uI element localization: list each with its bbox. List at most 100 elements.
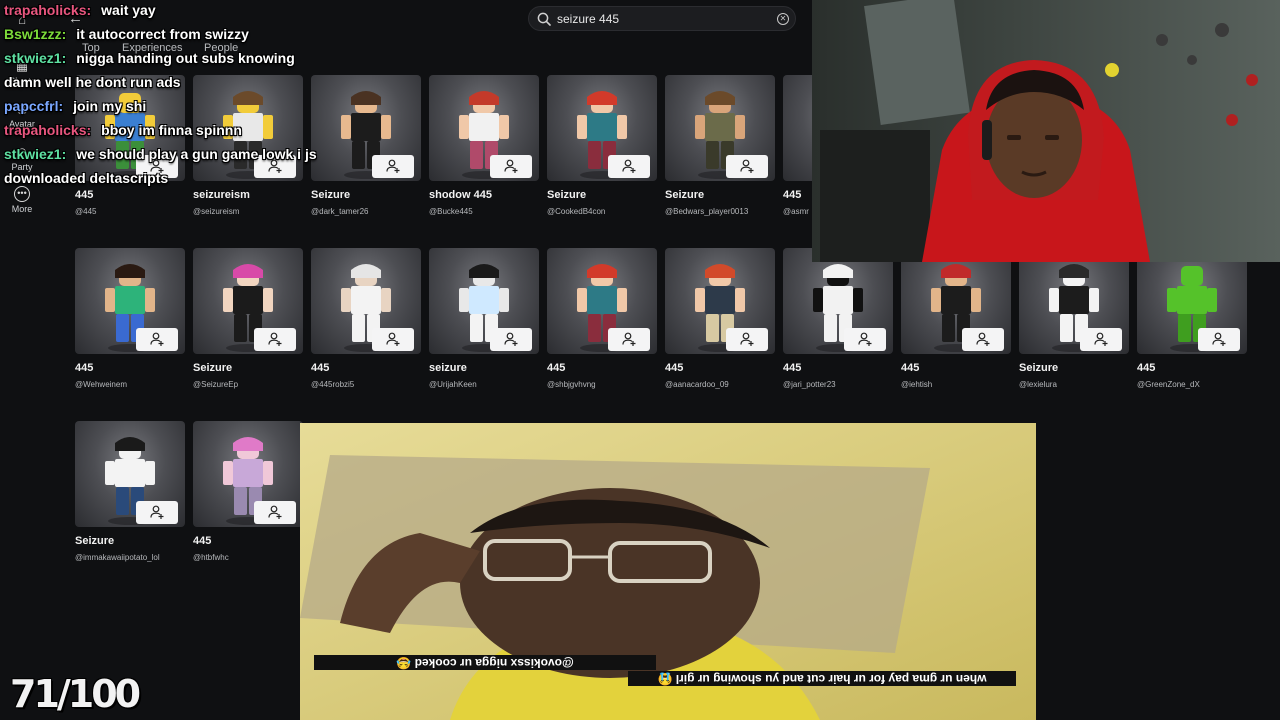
avatar-thumbnail[interactable] <box>783 248 893 354</box>
add-friend-button[interactable] <box>962 328 1004 351</box>
chat-username: papccfrl: <box>4 98 64 114</box>
result-card[interactable]: 445 @htbfwhc <box>193 421 303 571</box>
result-display-name[interactable]: shodow 445 <box>429 189 492 201</box>
result-card[interactable]: Seizure @lexielura <box>1019 248 1129 398</box>
result-display-name[interactable]: 445 <box>311 362 329 374</box>
clear-search-icon[interactable]: ✕ <box>777 13 789 25</box>
add-friend-icon <box>150 332 164 346</box>
nav-more[interactable]: ••• More <box>0 186 44 214</box>
result-display-name[interactable]: 445 <box>547 362 565 374</box>
add-friend-icon <box>504 159 518 173</box>
result-card[interactable]: Seizure @dark_tamer26 <box>311 75 421 225</box>
result-card[interactable]: Seizure @SeizureEp <box>193 248 303 398</box>
result-display-name[interactable]: seizure <box>429 362 467 374</box>
result-card[interactable]: shodow 445 @Bucke445 <box>429 75 539 225</box>
avatar-thumbnail[interactable] <box>665 248 775 354</box>
add-friend-icon <box>386 159 400 173</box>
avatar-thumbnail[interactable] <box>429 248 539 354</box>
result-card[interactable]: 445 @shbjgvhvng <box>547 248 657 398</box>
result-username: @445 <box>75 207 97 216</box>
add-friend-button[interactable] <box>254 328 296 351</box>
chat-message: trapaholicks: wait yay <box>4 2 156 18</box>
result-username: @htbfwhc <box>193 553 229 562</box>
rating-score: 71/100 <box>10 672 141 716</box>
add-friend-icon <box>268 332 282 346</box>
chat-username: Bsw1zzz: <box>4 26 67 42</box>
add-friend-button[interactable] <box>490 328 532 351</box>
add-friend-button[interactable] <box>136 328 178 351</box>
chat-message: stkwiez1: we should play a gun game lowk … <box>4 146 317 162</box>
result-card[interactable]: 445 @jari_potter23 <box>783 248 893 398</box>
avatar-thumbnail[interactable] <box>547 248 657 354</box>
result-display-name[interactable]: 445 <box>75 189 93 201</box>
add-friend-icon <box>150 505 164 519</box>
add-friend-button[interactable] <box>844 328 886 351</box>
add-friend-button[interactable] <box>372 155 414 178</box>
result-username: @Bedwars_player0013 <box>665 207 749 216</box>
avatar-thumbnail[interactable] <box>429 75 539 181</box>
result-card[interactable]: 445 @aanacardoo_09 <box>665 248 775 398</box>
add-friend-button[interactable] <box>1198 328 1240 351</box>
chat-text: downloaded deltascripts <box>4 170 169 186</box>
add-friend-button[interactable] <box>136 501 178 524</box>
avatar-thumbnail[interactable] <box>193 248 303 354</box>
result-card[interactable]: 445 @GreenZone_dX <box>1137 248 1247 398</box>
result-username: @aanacardoo_09 <box>665 380 729 389</box>
search-input[interactable] <box>557 10 767 28</box>
result-display-name[interactable]: 445 <box>1137 362 1155 374</box>
result-display-name[interactable]: 445 <box>75 362 93 374</box>
result-display-name[interactable]: Seizure <box>311 189 350 201</box>
result-display-name[interactable]: 445 <box>783 189 801 201</box>
result-display-name[interactable]: 445 <box>901 362 919 374</box>
avatar-thumbnail[interactable] <box>901 248 1011 354</box>
result-display-name[interactable]: Seizure <box>75 535 114 547</box>
result-card[interactable]: 445 @iehtish <box>901 248 1011 398</box>
result-display-name[interactable]: 445 <box>193 535 211 547</box>
result-username: @GreenZone_dX <box>1137 380 1200 389</box>
avatar-thumbnail[interactable] <box>193 421 303 527</box>
result-display-name[interactable]: 445 <box>783 362 801 374</box>
result-card[interactable]: seizure @UrijahKeen <box>429 248 539 398</box>
result-card[interactable]: Seizure @CookedB4con <box>547 75 657 225</box>
add-friend-button[interactable] <box>726 328 768 351</box>
result-display-name[interactable]: 445 <box>665 362 683 374</box>
result-username: @SeizureEp <box>193 380 239 389</box>
result-card[interactable]: Seizure @immakawaiipotato_lol <box>75 421 185 571</box>
chat-username: trapaholicks: <box>4 122 92 138</box>
chat-text: wait yay <box>101 2 156 18</box>
result-display-name[interactable]: Seizure <box>547 189 586 201</box>
result-display-name[interactable]: Seizure <box>665 189 704 201</box>
add-friend-icon <box>622 332 636 346</box>
result-display-name[interactable]: seizureism <box>193 189 250 201</box>
add-friend-button[interactable] <box>490 155 532 178</box>
avatar-thumbnail[interactable] <box>75 248 185 354</box>
avatar-thumbnail[interactable] <box>311 75 421 181</box>
add-friend-button[interactable] <box>608 155 650 178</box>
result-card[interactable]: 445 @asmr <box>783 75 893 225</box>
avatar-thumbnail[interactable] <box>311 248 421 354</box>
add-friend-button[interactable] <box>372 328 414 351</box>
chat-text: bboy im finna spinnn <box>101 122 242 138</box>
avatar-thumbnail[interactable] <box>75 421 185 527</box>
add-friend-button[interactable] <box>608 328 650 351</box>
result-display-name[interactable]: Seizure <box>1019 362 1058 374</box>
reaction-video-overlay: @ovokissx nigga ur cooked 😂 when ur gma … <box>300 423 1036 720</box>
add-friend-button[interactable] <box>254 501 296 524</box>
add-friend-button[interactable] <box>1080 328 1122 351</box>
avatar-thumbnail[interactable] <box>1137 248 1247 354</box>
chat-username: stkwiez1: <box>4 50 67 66</box>
result-card[interactable]: 445 @Wehweinem <box>75 248 185 398</box>
avatar-thumbnail[interactable] <box>665 75 775 181</box>
result-display-name[interactable]: Seizure <box>193 362 232 374</box>
result-card[interactable]: 445 @445robzi5 <box>311 248 421 398</box>
add-friend-button[interactable] <box>726 155 768 178</box>
result-card[interactable]: Seizure @Bedwars_player0013 <box>665 75 775 225</box>
nav-more-label: More <box>11 204 33 214</box>
avatar-thumbnail[interactable] <box>1019 248 1129 354</box>
search-bar[interactable]: ✕ <box>528 6 796 31</box>
result-username: @shbjgvhvng <box>547 380 596 389</box>
result-username: @445robzi5 <box>311 380 355 389</box>
search-icon <box>537 12 551 26</box>
avatar-thumbnail[interactable] <box>547 75 657 181</box>
chat-username: stkwiez1: <box>4 146 67 162</box>
